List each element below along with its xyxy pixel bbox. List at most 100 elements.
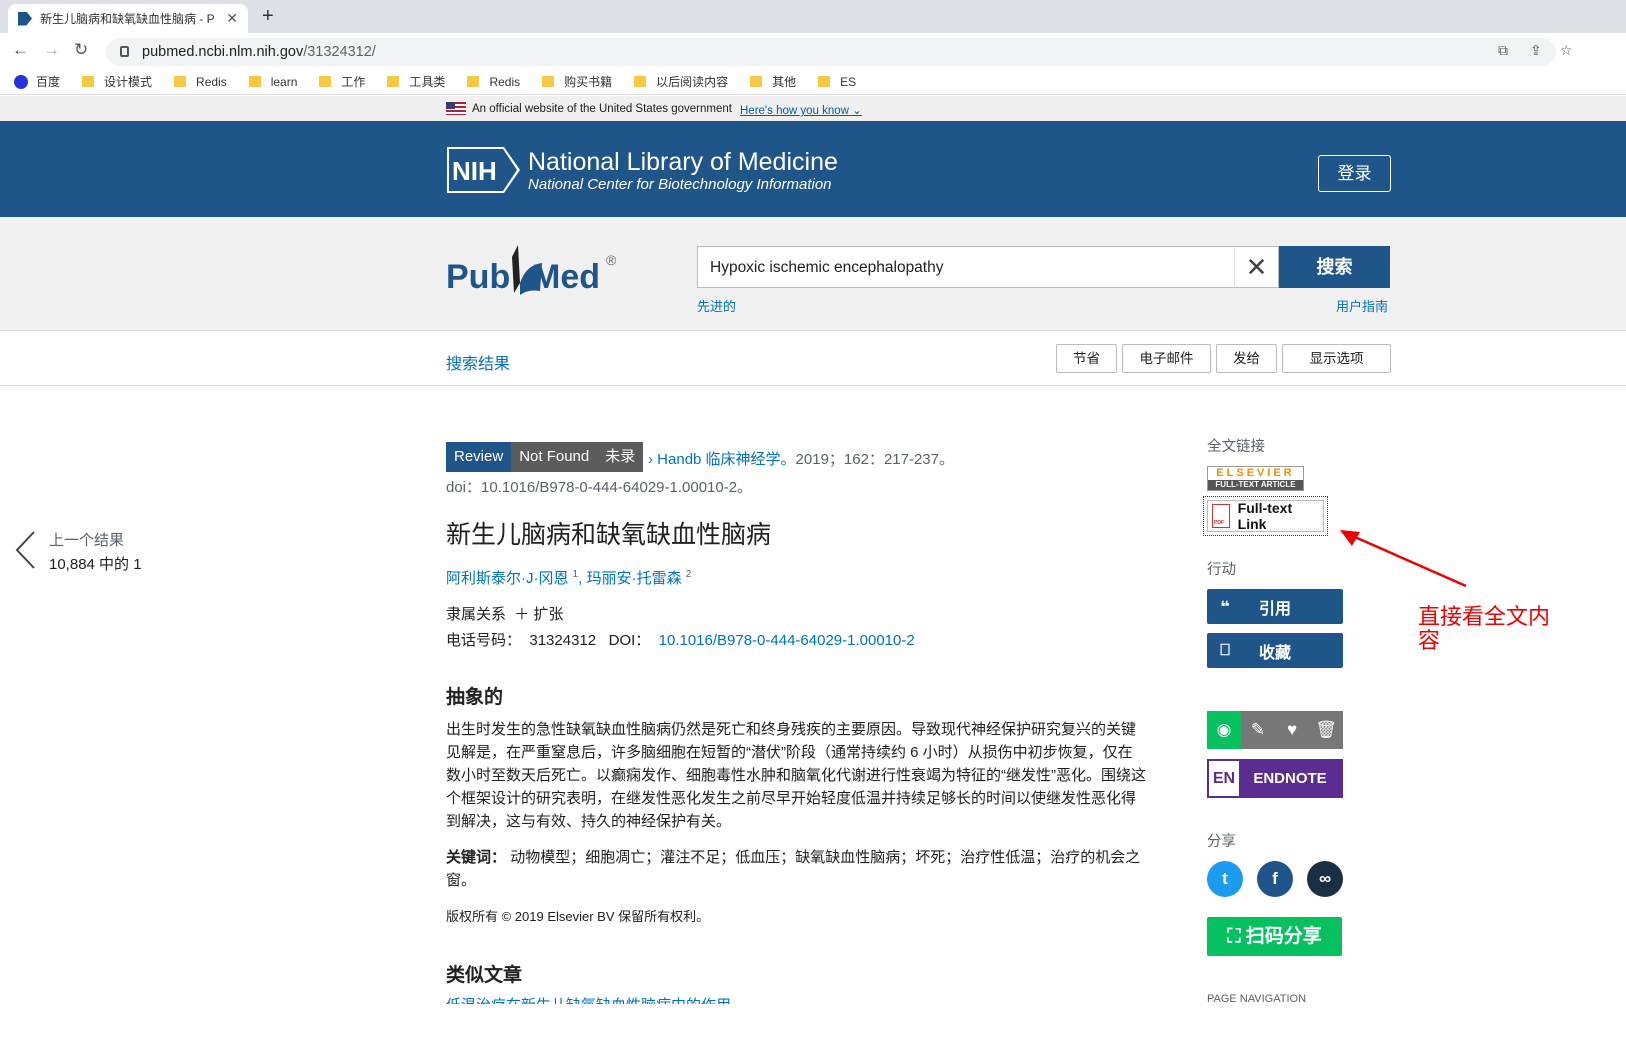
review-badge: Review [446,442,512,472]
previous-result-label[interactable]: 上一个结果 [49,529,124,550]
not-found-badge: Not Found [511,442,598,472]
search-input[interactable]: Hypoxic ischemic encephalopathy [697,246,1279,288]
save-button[interactable]: 节省 [1056,344,1117,373]
similar-articles-heading: 类似文章 [446,964,523,986]
reload-icon[interactable]: ↻ [74,40,88,60]
article-tags: Review Not Found 未录 [446,442,644,472]
pubmed-favicon-icon [18,11,32,26]
endnote-icon: EN [1209,761,1239,796]
full-text-links-heading: 全文链接 [1207,439,1265,455]
pubmed-logo[interactable]: Pub Med ® [446,243,626,301]
back-icon[interactable]: ← [12,40,29,60]
bookmark-folder[interactable]: 其他 [750,73,796,90]
send-to-button[interactable]: 发给 [1216,344,1277,373]
folder-icon [542,76,555,87]
gov-banner: An official website of the United States… [0,96,1626,121]
link-icon[interactable]: ∞ [1307,861,1343,897]
twitter-icon[interactable]: t [1207,861,1243,897]
cite-button[interactable]: ❝ 引用 [1207,589,1343,624]
svg-text:®: ® [606,252,617,268]
url-host: pubmed.ncbi.nlm.nih.gov [142,44,304,60]
heart-icon[interactable]: ♥ [1275,711,1309,749]
collections-button[interactable]: ⎕ 收藏 [1207,633,1343,668]
endnote-button[interactable]: EN ENDNOTE [1207,759,1343,798]
qr-share-button[interactable]: ⛶ 扫码分享 [1207,917,1342,956]
facebook-icon[interactable]: f [1257,861,1293,897]
us-flag-icon [446,102,466,115]
folder-icon [174,76,187,87]
tab-bar: 新生儿脑病和缺氧缺血性脑病 - P ✕ + [0,0,1626,33]
citation: › Handb 临床神经学。2019；162：217-237。 [648,448,954,469]
unrecorded-badge: 未录 [597,442,644,472]
bookmark-folder[interactable]: 以后阅读内容 [634,73,728,90]
folder-icon [387,76,400,87]
share-heading: 分享 [1207,834,1236,850]
url-path: /31324312/ [303,44,376,60]
translate-icon[interactable]: ⧉ [1498,42,1508,59]
result-count: 10,884 中的 1 [49,556,142,573]
search-results-link[interactable]: 搜索结果 [446,350,510,374]
bookmark-folder[interactable]: ES [818,75,856,89]
pdf-icon [1212,504,1230,528]
bookmark-folder[interactable]: learn [248,75,297,89]
forward-icon[interactable]: → [43,40,60,60]
gov-banner-text: An official website of the United States… [472,103,732,115]
author-link[interactable]: 阿利斯泰尔·J·冈恩 [446,570,569,587]
bookmark-folder[interactable]: Redis [467,75,520,89]
journal-link[interactable]: › Handb 临床神经学。 [648,451,796,468]
page-navigation-heading: PAGE NAVIGATION [1207,993,1307,1003]
annotation-arrow [1340,530,1467,588]
nih-logo-icon[interactable]: NIH [446,146,522,194]
abstract-heading: 抽象的 [446,686,504,708]
advanced-search-link[interactable]: 先进的 [697,296,736,315]
expand-button[interactable]: ＋ 扩张 [514,606,563,623]
baidu-icon [14,74,28,89]
annotation-text: 直接看全文内容 [1418,605,1551,654]
actions-heading: 行动 [1207,562,1236,578]
lock-icon [120,46,129,57]
author-link[interactable]: 玛丽安·托雷森 [587,570,682,587]
doi-link[interactable]: 10.1016/B978-0-444-64029-1.00010-2 [659,632,915,649]
clear-search-icon[interactable]: ✕ [1234,248,1278,286]
bookmark-folder[interactable]: 设计模式 [82,73,152,90]
display-options-button[interactable]: 显示选项 [1282,344,1391,373]
bookmark-folder[interactable]: 工作 [319,73,365,90]
browser-tab[interactable]: 新生儿脑病和缺氧缺血性脑病 - P ✕ [8,4,248,33]
nih-title[interactable]: National Library of Medicine [528,148,838,177]
user-guide-link[interactable]: 用户指南 [1336,296,1388,315]
bookmark-folder[interactable]: 购买书籍 [542,73,612,90]
gov-banner-link[interactable]: Here's how you know ⌄ [740,103,862,117]
full-text-link-button[interactable]: Full-text Link [1203,496,1328,536]
identifiers: 电话号码： 31324312 DOI： 10.1016/B978-0-444-6… [446,632,915,649]
login-button[interactable]: 登录 [1318,155,1391,192]
affiliations: 隶属关系 ＋ 扩张 [446,606,564,623]
folder-icon [467,76,480,87]
email-button[interactable]: 电子邮件 [1122,344,1211,373]
citation-text: 2019；162：217-237。 [795,451,954,468]
quote-icon: ❝ [1220,598,1230,616]
pmid: 31324312 [529,632,597,649]
address-bar[interactable]: pubmed.ncbi.nlm.nih.gov/31324312/ [106,38,1556,66]
trash-icon[interactable]: 🗑 [1309,711,1343,749]
folder-icon [634,76,647,87]
doi-line: doi：10.1016/B978-0-444-64029-1.00010-2。 [446,479,753,496]
bookmark-baidu[interactable]: 百度 [14,73,60,90]
bookmark-icon: ⎕ [1220,641,1230,659]
close-tab-icon[interactable]: ✕ [226,10,238,27]
abstract-text: 出生时发生的急性缺氧缺血性脑病仍然是死亡和终身残疾的主要原因。导致现代神经保护研… [446,721,1146,830]
article-title: 新生儿脑病和缺氧缺血性脑病 [446,520,772,549]
eye-icon[interactable]: ◉ [1207,711,1241,749]
bookmark-folder[interactable]: Redis [174,75,227,89]
elsevier-link[interactable]: ELSEVIER FULL-TEXT ARTICLE [1207,466,1304,491]
pin-icon[interactable]: ✎ [1241,711,1275,749]
folder-icon [818,76,831,87]
bookmark-star-icon[interactable]: ☆ [1560,42,1573,59]
svg-text:Med: Med [532,258,600,296]
similar-article-link[interactable]: 低温治疗在新生儿缺氧缺血性脑病中的作用 [446,994,731,1004]
chevron-left-icon[interactable] [14,530,38,570]
bookmark-folder[interactable]: 工具类 [387,73,445,90]
search-button[interactable]: 搜索 [1279,246,1390,288]
new-tab-icon[interactable]: + [262,5,274,28]
share-page-icon[interactable]: ⇪ [1530,42,1542,59]
keywords: 关键词： 动物模型；细胞凋亡；灌注不足；低血压；缺氧缺血性脑病；坏死；治疗性低温… [446,849,1141,889]
